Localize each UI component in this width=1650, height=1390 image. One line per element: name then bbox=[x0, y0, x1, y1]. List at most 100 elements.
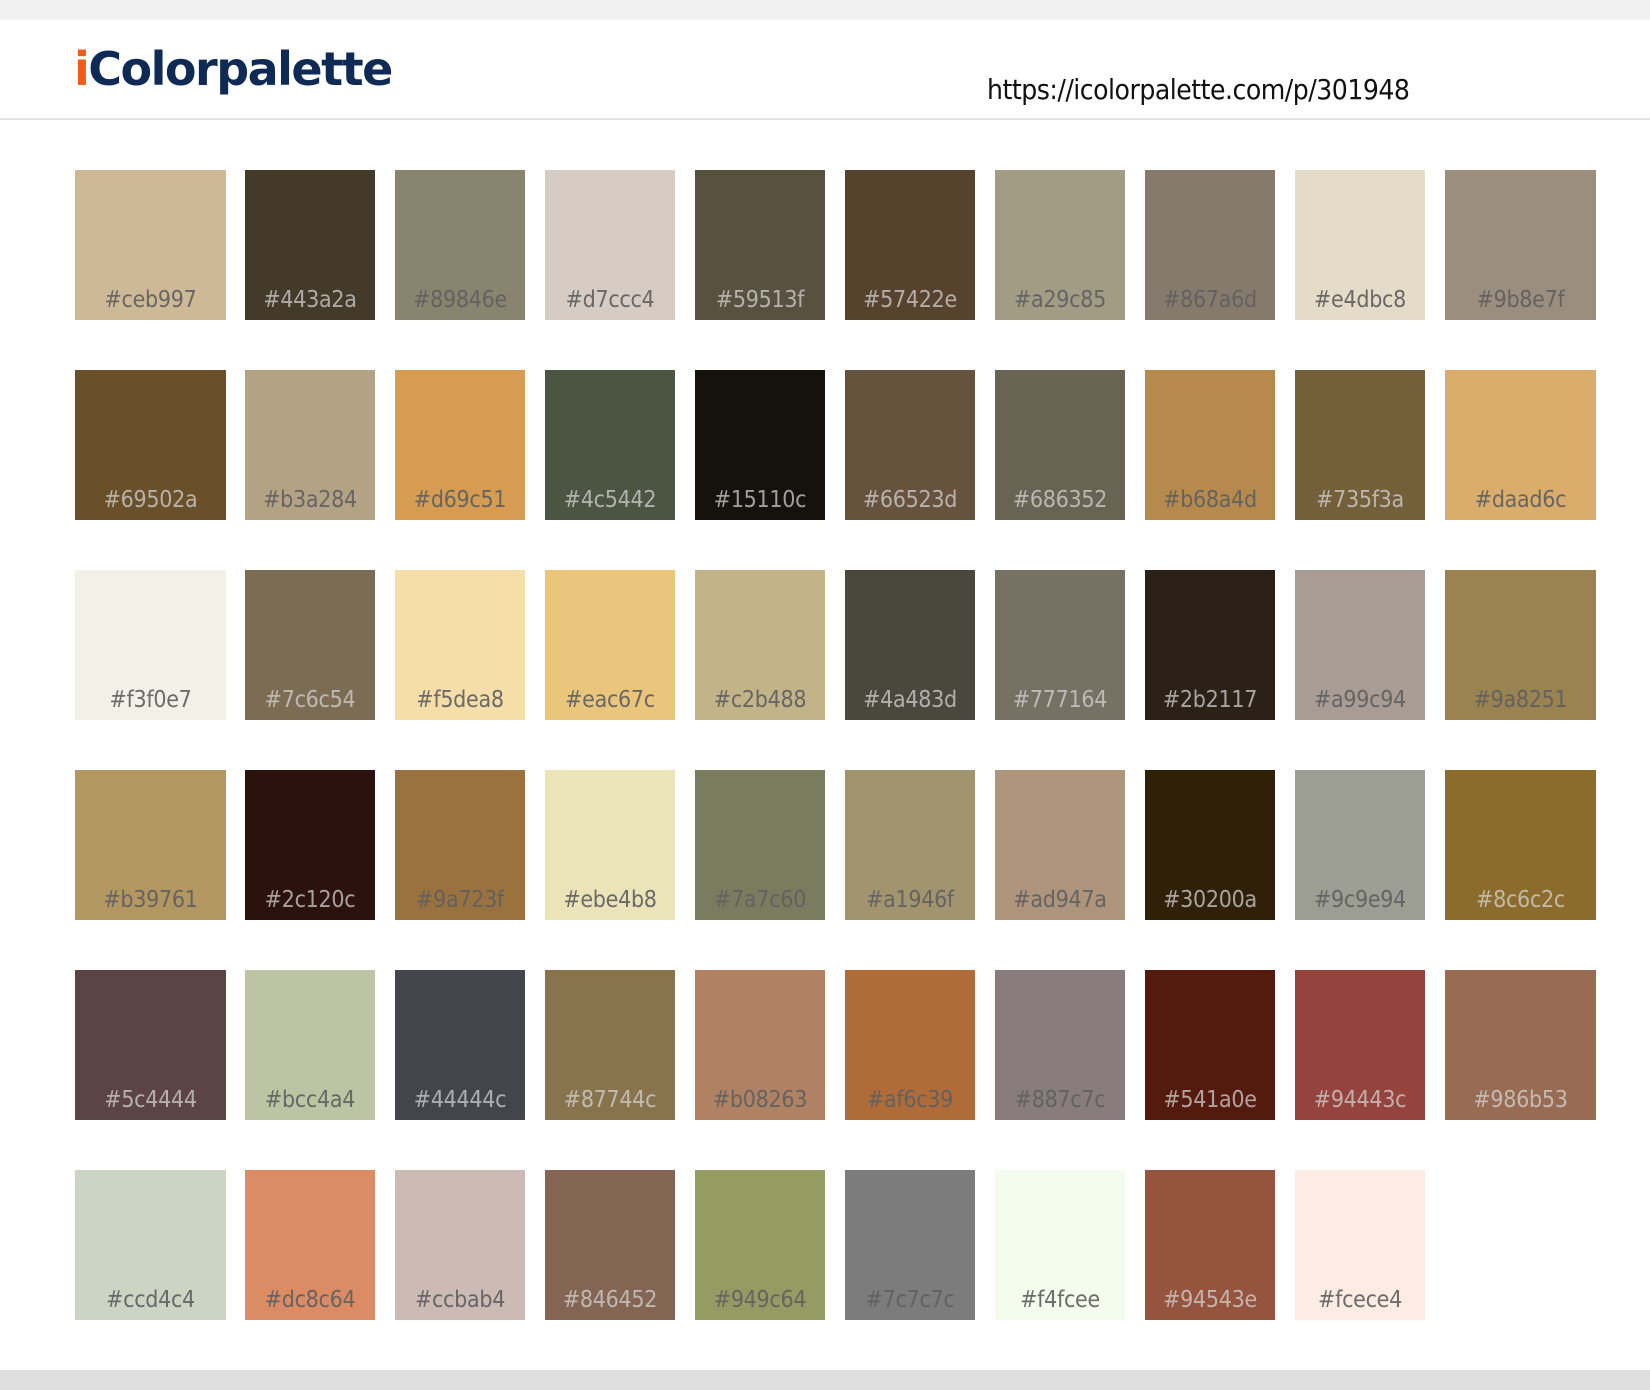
swatch-hex-label: #c2b488 bbox=[713, 687, 807, 713]
swatch-hex-label: #daad6c bbox=[1474, 487, 1567, 513]
color-swatch[interactable]: #ccbab4 bbox=[395, 1170, 525, 1320]
swatch-hex-label: #30200a bbox=[1163, 887, 1257, 913]
swatch-hex-label: #f4fcee bbox=[1020, 1287, 1100, 1313]
color-swatch[interactable]: #69502a bbox=[75, 370, 226, 520]
color-swatch[interactable]: #c2b488 bbox=[695, 570, 825, 720]
swatch-hex-label: #2c120c bbox=[264, 887, 356, 913]
swatch-hex-label: #af6c39 bbox=[866, 1087, 954, 1113]
color-swatch[interactable]: #a99c94 bbox=[1295, 570, 1425, 720]
color-swatch[interactable]: #9b8e7f bbox=[1445, 170, 1596, 320]
swatch-hex-label: #44444c bbox=[413, 1087, 507, 1113]
color-swatch[interactable]: #d7ccc4 bbox=[545, 170, 675, 320]
swatch-hex-label: #fcece4 bbox=[1318, 1287, 1402, 1313]
color-swatch[interactable]: #f3f0e7 bbox=[75, 570, 226, 720]
footer-strip bbox=[0, 1370, 1650, 1390]
color-swatch[interactable]: #686352 bbox=[995, 370, 1125, 520]
color-swatch[interactable]: #949c64 bbox=[695, 1170, 825, 1320]
color-swatch[interactable]: #15110c bbox=[695, 370, 825, 520]
swatch-hex-label: #d69c51 bbox=[413, 487, 507, 513]
color-swatch[interactable]: #f4fcee bbox=[995, 1170, 1125, 1320]
color-swatch[interactable]: #7c7c7c bbox=[845, 1170, 975, 1320]
color-swatch[interactable]: #ccd4c4 bbox=[75, 1170, 226, 1320]
swatch-hex-label: #986b53 bbox=[1473, 1087, 1568, 1113]
color-swatch[interactable]: #7c6c54 bbox=[245, 570, 375, 720]
swatch-hex-label: #541a0e bbox=[1163, 1087, 1257, 1113]
color-swatch[interactable]: #bcc4a4 bbox=[245, 970, 375, 1120]
color-swatch[interactable]: #887c7c bbox=[995, 970, 1125, 1120]
color-swatch[interactable]: #986b53 bbox=[1445, 970, 1596, 1120]
color-swatch[interactable]: #541a0e bbox=[1145, 970, 1275, 1120]
color-swatch[interactable]: #5c4444 bbox=[75, 970, 226, 1120]
color-swatch[interactable]: #daad6c bbox=[1445, 370, 1596, 520]
color-swatch[interactable]: #4c5442 bbox=[545, 370, 675, 520]
color-swatch[interactable]: #9a723f bbox=[395, 770, 525, 920]
color-swatch[interactable]: #94543e bbox=[1145, 1170, 1275, 1320]
swatch-hex-label: #4c5442 bbox=[563, 487, 657, 513]
swatch-hex-label: #b68a4d bbox=[1163, 487, 1257, 513]
color-swatch[interactable]: #b3a284 bbox=[245, 370, 375, 520]
swatch-hex-label: #7a7c60 bbox=[714, 887, 806, 913]
color-swatch[interactable]: #735f3a bbox=[1295, 370, 1425, 520]
swatch-hex-label: #5c4444 bbox=[104, 1087, 197, 1113]
swatch-hex-label: #7c7c7c bbox=[865, 1287, 955, 1313]
color-swatch[interactable]: #ceb997 bbox=[75, 170, 226, 320]
color-swatch[interactable]: #66523d bbox=[845, 370, 975, 520]
swatch-hex-label: #69502a bbox=[103, 487, 198, 513]
swatch-hex-label: #9a723f bbox=[416, 887, 504, 913]
color-swatch[interactable]: #4a483d bbox=[845, 570, 975, 720]
swatch-hex-label: #735f3a bbox=[1316, 487, 1404, 513]
swatch-hex-label: #686352 bbox=[1012, 487, 1108, 513]
color-swatch[interactable]: #94443c bbox=[1295, 970, 1425, 1120]
swatch-hex-label: #dc8c64 bbox=[264, 1287, 356, 1313]
color-swatch[interactable]: #89846e bbox=[395, 170, 525, 320]
color-swatch[interactable]: #9a8251 bbox=[1445, 570, 1596, 720]
swatch-hex-label: #a1946f bbox=[866, 887, 954, 913]
swatch-hex-label: #f3f0e7 bbox=[109, 687, 192, 713]
color-swatch[interactable]: #57422e bbox=[845, 170, 975, 320]
color-swatch[interactable]: #b39761 bbox=[75, 770, 226, 920]
color-swatch[interactable]: #a29c85 bbox=[995, 170, 1125, 320]
swatch-hex-label: #777164 bbox=[1012, 687, 1108, 713]
color-swatch[interactable]: #ebe4b8 bbox=[545, 770, 675, 920]
swatch-hex-label: #7c6c54 bbox=[264, 687, 356, 713]
color-swatch[interactable]: #d69c51 bbox=[395, 370, 525, 520]
color-swatch[interactable]: #f5dea8 bbox=[395, 570, 525, 720]
swatch-hex-label: #846452 bbox=[562, 1287, 658, 1313]
swatch-hex-label: #887c7c bbox=[1014, 1087, 1106, 1113]
color-swatch[interactable]: #443a2a bbox=[245, 170, 375, 320]
swatch-hex-label: #66523d bbox=[862, 487, 958, 513]
color-swatch[interactable]: #87744c bbox=[545, 970, 675, 1120]
color-swatch[interactable]: #9c9e94 bbox=[1295, 770, 1425, 920]
swatch-hex-label: #57422e bbox=[863, 287, 957, 313]
color-swatch[interactable]: #7a7c60 bbox=[695, 770, 825, 920]
swatch-hex-label: #b08263 bbox=[712, 1087, 808, 1113]
color-swatch[interactable]: #44444c bbox=[395, 970, 525, 1120]
color-swatch[interactable]: #fcece4 bbox=[1295, 1170, 1425, 1320]
color-swatch[interactable]: #30200a bbox=[1145, 770, 1275, 920]
color-swatch[interactable]: #e4dbc8 bbox=[1295, 170, 1425, 320]
color-swatch[interactable]: #59513f bbox=[695, 170, 825, 320]
color-swatch[interactable]: #2c120c bbox=[245, 770, 375, 920]
color-swatch[interactable]: #a1946f bbox=[845, 770, 975, 920]
color-swatch[interactable]: #af6c39 bbox=[845, 970, 975, 1120]
swatch-hex-label: #eac67c bbox=[565, 687, 655, 713]
color-swatch[interactable]: #867a6d bbox=[1145, 170, 1275, 320]
color-swatch[interactable]: #b08263 bbox=[695, 970, 825, 1120]
color-swatch[interactable]: #eac67c bbox=[545, 570, 675, 720]
swatch-hex-label: #ccd4c4 bbox=[106, 1287, 195, 1313]
swatch-hex-label: #bcc4a4 bbox=[264, 1087, 356, 1113]
color-swatch[interactable]: #8c6c2c bbox=[1445, 770, 1596, 920]
swatch-grid: #ceb997 #443a2a #89846e #d7ccc4 #59513f #5742… bbox=[0, 0, 1650, 1370]
swatch-hex-label: #a29c85 bbox=[1014, 287, 1106, 313]
color-swatch[interactable]: #846452 bbox=[545, 1170, 675, 1320]
color-swatch[interactable]: #777164 bbox=[995, 570, 1125, 720]
swatch-hex-label: #4a483d bbox=[863, 687, 957, 713]
color-swatch[interactable]: #2b2117 bbox=[1145, 570, 1275, 720]
color-swatch[interactable]: #b68a4d bbox=[1145, 370, 1275, 520]
swatch-hex-label: #8c6c2c bbox=[1476, 887, 1565, 913]
color-swatch[interactable]: #dc8c64 bbox=[245, 1170, 375, 1320]
swatch-hex-label: #59513f bbox=[715, 287, 805, 313]
color-swatch[interactable]: #ad947a bbox=[995, 770, 1125, 920]
swatch-hex-label: #867a6d bbox=[1163, 287, 1257, 313]
swatch-hex-label: #9c9e94 bbox=[1313, 887, 1406, 913]
